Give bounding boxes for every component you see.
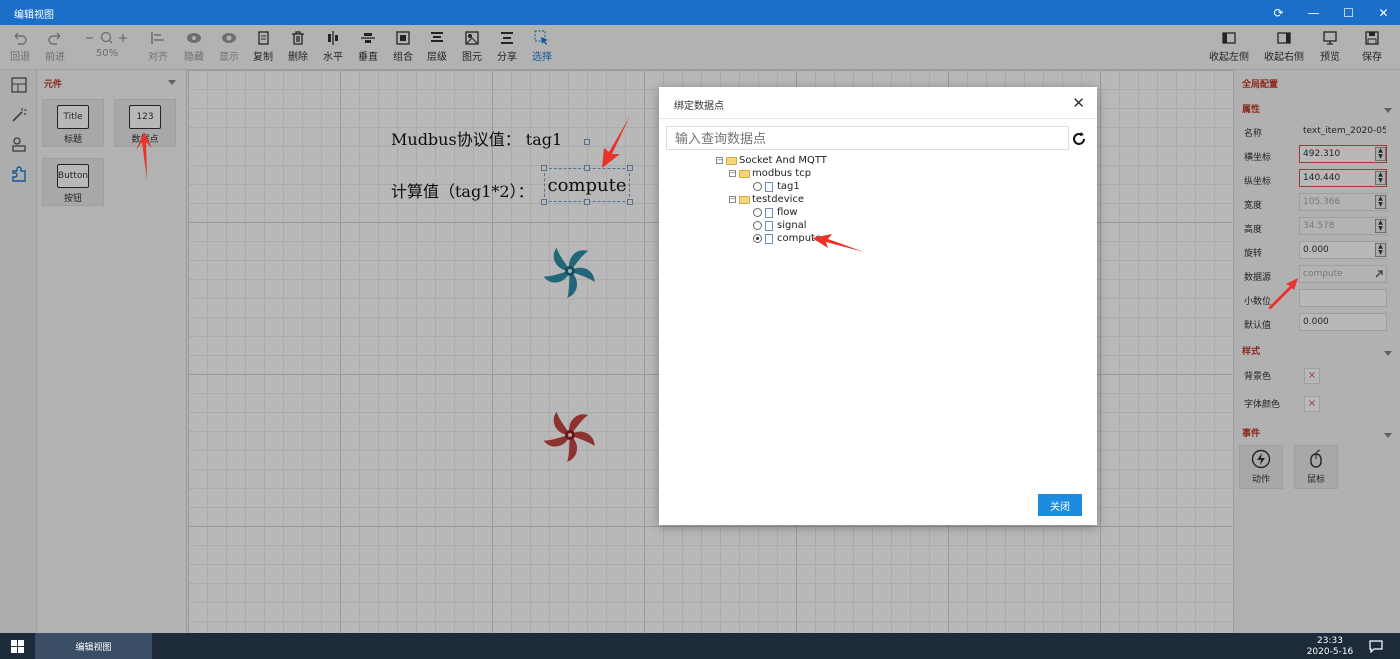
windows-start-icon[interactable] <box>11 640 24 653</box>
window-title: 编辑视图 <box>14 10 54 21</box>
document-icon <box>765 233 773 244</box>
tree-leaf-label: flow <box>777 207 798 218</box>
minimize-icon[interactable]: — <box>1296 0 1331 25</box>
tree-node-modbus[interactable]: − modbus tcp <box>729 167 811 180</box>
collapse-toggle-icon[interactable]: − <box>716 157 723 164</box>
tree-leaf-tag1[interactable]: tag1 <box>753 180 800 193</box>
tree-leaf-label: signal <box>777 220 807 231</box>
document-icon <box>765 220 773 231</box>
tree-leaf-flow[interactable]: flow <box>753 206 798 219</box>
folder-icon <box>739 195 750 204</box>
close-icon[interactable]: ✕ <box>1366 0 1400 25</box>
annotation-arrow-icon <box>602 116 630 168</box>
taskbar-app-button[interactable]: 编辑视图 <box>35 633 152 659</box>
annotation-arrow-icon <box>812 234 864 252</box>
taskbar: 编辑视图 23:33 2020-5-16 <box>0 633 1400 659</box>
tree-leaf-label: tag1 <box>777 181 800 192</box>
refresh-icon[interactable] <box>1071 131 1087 147</box>
tree-node-label: Socket And MQTT <box>739 155 827 166</box>
close-button[interactable]: 关闭 <box>1038 494 1082 516</box>
maximize-icon[interactable]: ☐ <box>1331 0 1366 25</box>
clock-date: 2020-5-16 <box>1306 647 1354 657</box>
title-bar: 编辑视图 ⟳ — ☐ ✕ <box>0 0 1400 25</box>
annotation-arrow-icon <box>1268 278 1298 309</box>
folder-icon <box>726 156 737 165</box>
collapse-toggle-icon[interactable]: − <box>729 170 736 177</box>
document-icon <box>765 207 773 218</box>
tree-node-root[interactable]: − Socket And MQTT <box>716 154 827 167</box>
document-icon <box>765 181 773 192</box>
clock-time: 23:33 <box>1317 636 1343 646</box>
collapse-toggle-icon[interactable]: − <box>729 196 736 203</box>
tree-node-label: modbus tcp <box>752 168 812 179</box>
notification-icon[interactable] <box>1369 640 1383 653</box>
dialog-header: 绑定数据点 ✕ <box>659 87 1097 119</box>
radio-button[interactable] <box>753 208 762 217</box>
dialog-title: 绑定数据点 <box>674 101 724 112</box>
system-clock[interactable]: 23:33 2020-5-16 <box>1300 636 1360 658</box>
radio-button[interactable] <box>753 182 762 191</box>
tree-node-label: testdevice <box>752 194 805 205</box>
close-icon[interactable]: ✕ <box>1072 94 1085 112</box>
radio-button-selected[interactable] <box>753 234 762 243</box>
datapoint-search-input[interactable] <box>666 126 1069 150</box>
folder-icon <box>739 169 750 178</box>
bind-datapoint-dialog: 绑定数据点 ✕ − Socket And MQTT − modbus tcp t… <box>659 87 1097 525</box>
radio-button[interactable] <box>753 221 762 230</box>
refresh-icon[interactable]: ⟳ <box>1261 0 1296 25</box>
annotation-arrow-icon <box>136 132 152 180</box>
tree-leaf-signal[interactable]: signal <box>753 219 807 232</box>
tree-node-testdevice[interactable]: − testdevice <box>729 193 804 206</box>
